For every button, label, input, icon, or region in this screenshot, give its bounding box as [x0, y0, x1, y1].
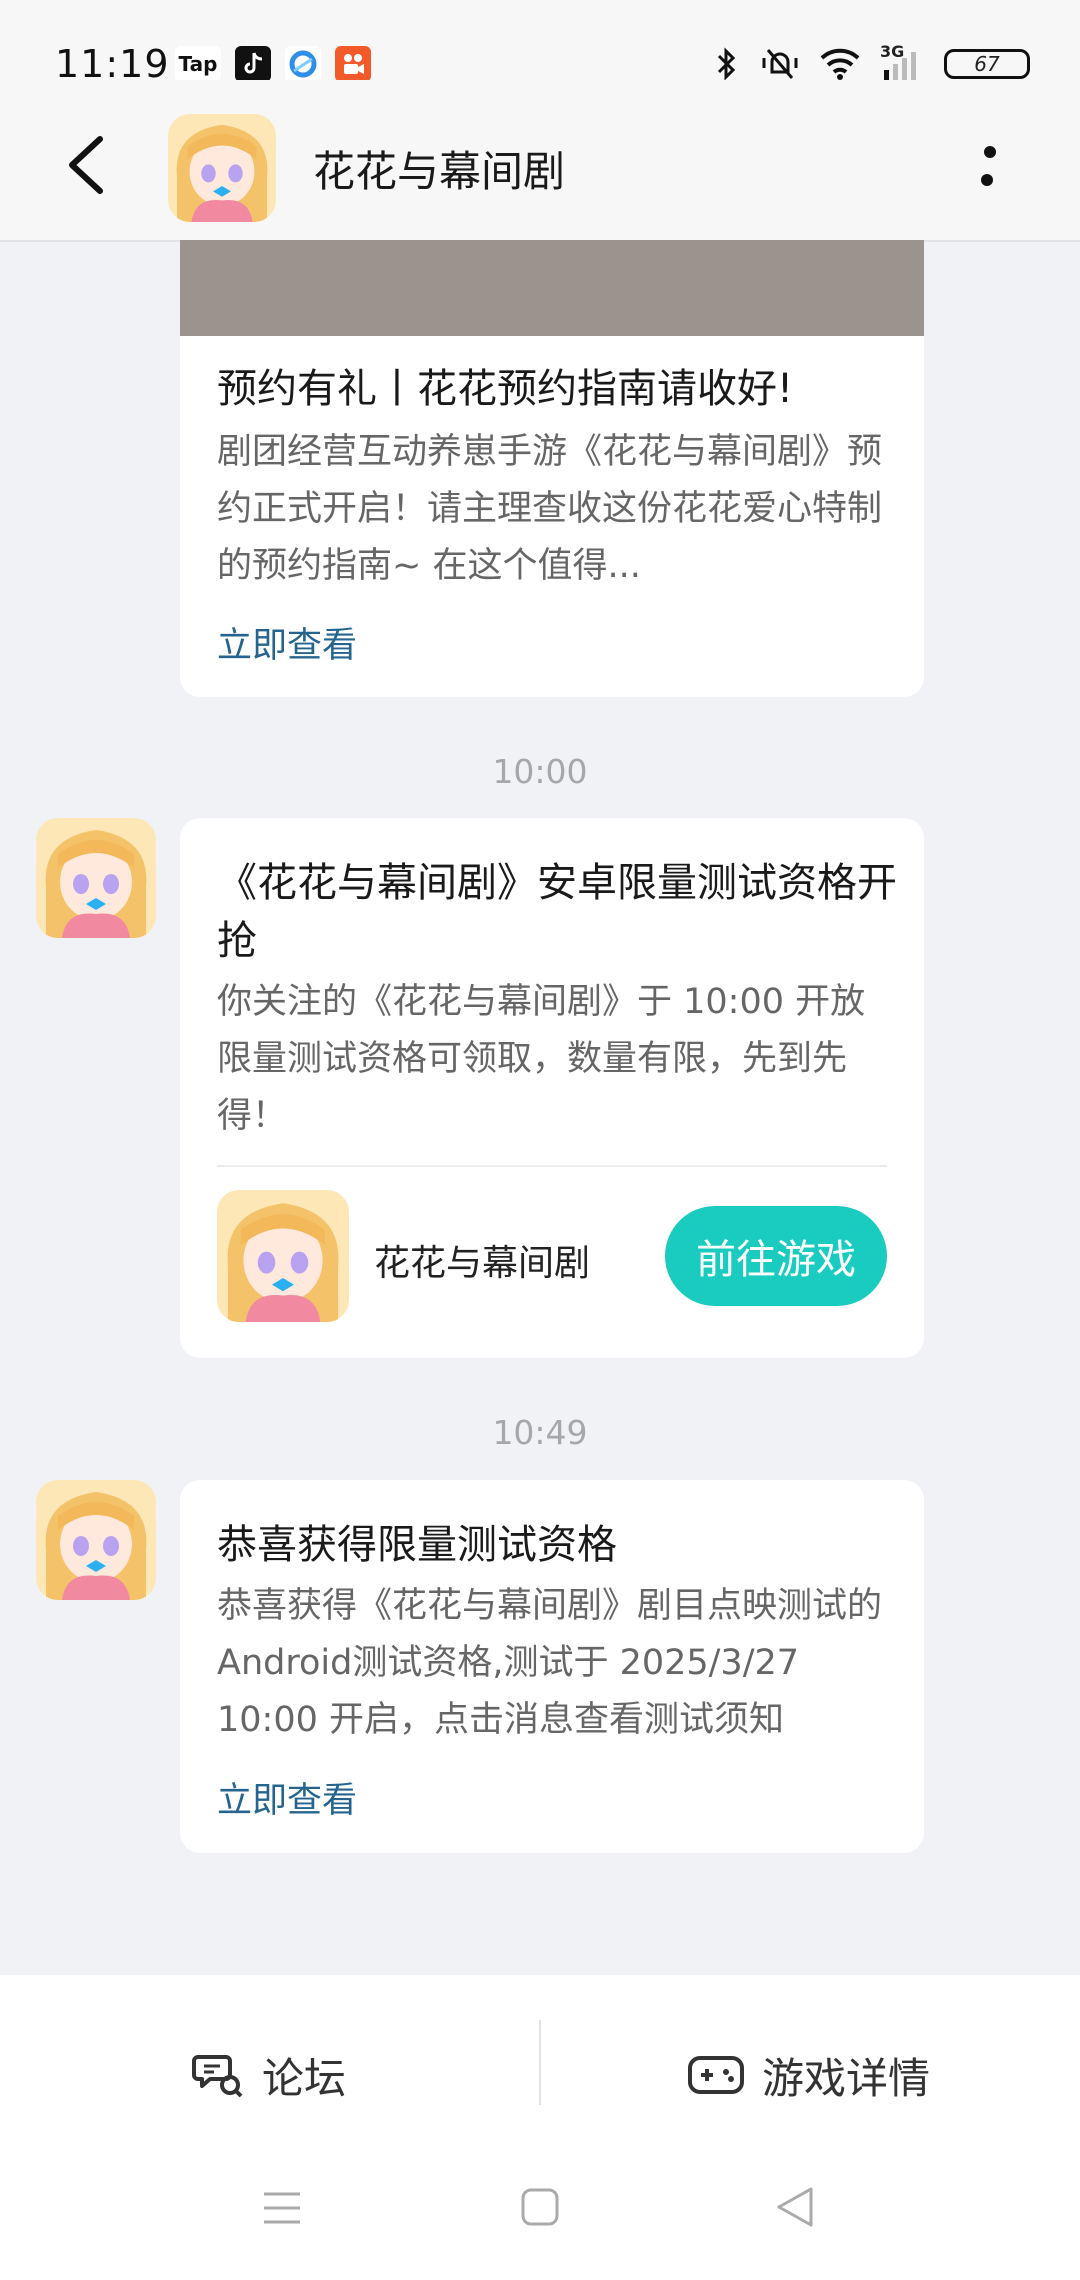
message-card[interactable]: 《花花与幕间剧》安卓限量测试资格开抢 你关注的《花花与幕间剧》于 10:00 开…: [180, 818, 924, 1358]
message-title: 预约有礼丨花花预约指南请收好!: [217, 366, 794, 412]
bluetooth-icon: [717, 47, 736, 81]
chat-title: 花花与幕间剧: [313, 147, 566, 196]
view-now-link[interactable]: 立即查看: [217, 617, 357, 668]
signal-icon: 3G: [880, 42, 924, 82]
chat-header: 花花与幕间剧: [0, 80, 1080, 242]
message-body: 你关注的《花花与幕间剧》于 10:00 开放限量测试资格可领取，数量有限，先到先…: [217, 982, 866, 1136]
wifi-icon: [820, 48, 860, 80]
browser-icon: [285, 46, 321, 82]
tiktok-icon: [235, 46, 271, 82]
message-timestamp: 10:49: [492, 1413, 588, 1452]
more-options-icon[interactable]: [975, 140, 1005, 200]
system-nav-bar: [0, 2150, 1080, 2280]
kuaishou-icon: [335, 46, 371, 82]
battery-indicator: 67: [944, 49, 1030, 79]
menu-nav-button[interactable]: [262, 2190, 302, 2226]
card-divider: [217, 1165, 887, 1167]
message-body: 恭喜获得《花花与幕间剧》剧目点映测试的Android测试资格,测试于 2025/…: [217, 1586, 883, 1740]
game-details-tab[interactable]: 游戏详情: [688, 2030, 930, 2120]
view-now-link[interactable]: 立即查看: [217, 1772, 357, 1823]
status-app-icons: Tap: [175, 46, 371, 82]
game-details-label: 游戏详情: [762, 2053, 931, 2103]
message-body: 剧团经营互动养崽手游《花花与幕间剧》预约正式开启！请主理查收这份花花爱心特制的预…: [217, 432, 883, 586]
gamepad-icon: [688, 2056, 744, 2094]
message-banner-image: [180, 240, 924, 336]
forum-label: 论坛: [262, 2053, 347, 2103]
message-timestamp: 10:00: [492, 752, 588, 791]
sender-avatar[interactable]: [36, 818, 156, 938]
message-card[interactable]: 预约有礼丨花花预约指南请收好! 剧团经营互动养崽手游《花花与幕间剧》预约正式开启…: [180, 240, 924, 697]
tap-icon: Tap: [175, 46, 221, 82]
message-title: 恭喜获得限量测试资格: [217, 1522, 617, 1568]
silent-icon: [762, 49, 798, 79]
status-indicators: 3G 67: [714, 42, 1030, 82]
forum-icon: [192, 2055, 243, 2098]
tab-separator: [539, 2020, 541, 2105]
game-icon[interactable]: [217, 1190, 349, 1322]
message-card[interactable]: 恭喜获得限量测试资格 恭喜获得《花花与幕间剧》剧目点映测试的Android测试资…: [180, 1480, 924, 1853]
game-avatar[interactable]: [168, 114, 276, 222]
home-nav-button[interactable]: [521, 2188, 559, 2226]
game-name: 花花与幕间剧: [374, 1243, 591, 1284]
back-button[interactable]: [58, 135, 118, 195]
forum-tab[interactable]: 论坛: [192, 2030, 346, 2120]
go-to-game-button[interactable]: 前往游戏: [665, 1206, 887, 1306]
back-nav-button[interactable]: [775, 2186, 815, 2228]
message-title: 《花花与幕间剧》安卓限量测试资格开抢: [217, 860, 897, 964]
sender-avatar[interactable]: [36, 1480, 156, 1600]
